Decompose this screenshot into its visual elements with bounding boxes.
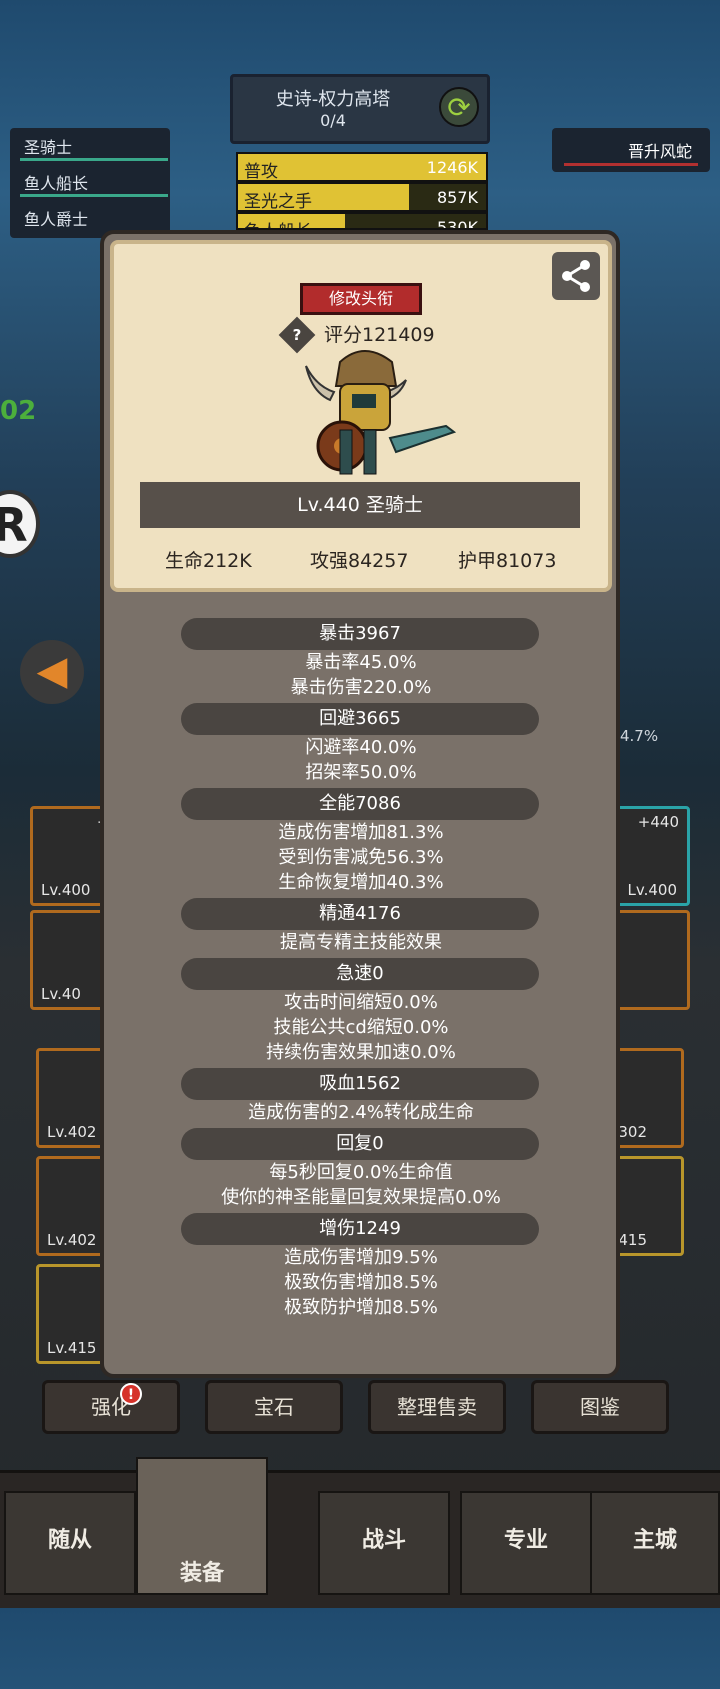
stat-line: 使你的神圣能量回复效果提高0.0% [221,1187,501,1208]
hero-name-banner: Lv.440 圣骑士 [140,482,580,528]
stat-line: 攻击时间缩短0.0% [284,992,438,1013]
hp-stat: 生命212K [165,550,252,572]
tab-profession[interactable]: 专业 [460,1491,592,1595]
damage-row: 鱼人船长 530K [236,212,488,230]
slot-level: Lv.415 [47,1339,97,1357]
damage-value: 857K [436,188,478,207]
share-icon[interactable] [552,252,600,300]
tab-battle[interactable]: 战斗 [318,1491,450,1595]
codex-button[interactable]: 图鉴 [531,1380,669,1434]
slot-level: 302 [618,1123,647,1141]
stat-line: 造成伤害增加9.5% [284,1247,438,1268]
stat-line: 造成伤害增加81.3% [278,822,444,843]
bottom-nav: 随从 装备 战斗 专业 主城 [0,1457,720,1608]
stat-line: 提高专精主技能效果 [280,932,442,953]
tower-title: 史诗-权力高塔 [275,89,391,110]
attack-stat: 攻强84257 [310,550,409,572]
armor-stat: 护甲81073 [458,550,557,572]
slot-plus: +440 [637,813,679,831]
alert-badge: ! [120,1383,142,1405]
tab-main-city[interactable]: 主城 [590,1491,720,1595]
damage-row: 圣光之手 857K [236,182,488,212]
promote-tag[interactable]: 晋升风蛇 [552,128,710,172]
paladin-avatar [300,340,460,480]
stat-line: 极致伤害增加8.5% [284,1272,438,1293]
stat-line: 受到伤害减免56.3% [278,847,444,868]
damage-row: 普攻 1246K [236,152,488,182]
enhance-button[interactable]: 强化 [42,1380,180,1434]
damage-value: 530K [436,218,478,230]
percent-text: 4.7% [620,727,659,745]
stat-line: 暴击率45.0% [305,652,417,673]
refresh-icon[interactable]: ⟳ [439,87,479,127]
stat-line: 技能公共cd缩短0.0% [273,1017,449,1038]
promote-tag-bar [564,163,698,166]
slot-level: Lv.402 [47,1123,97,1141]
stat-line: 每5秒回复0.0%生命值 [269,1162,453,1183]
crit-section-head: 暴击3967 [181,618,539,650]
sort-sell-button[interactable]: 整理售卖 [368,1380,506,1434]
dodge-section-head: 回避3665 [181,703,539,735]
stat-line: 造成伤害的2.4%转化成生命 [248,1102,474,1123]
versatility-section-head: 全能7086 [181,788,539,820]
leech-section-head: 吸血1562 [181,1068,539,1100]
stat-line: 暴击伤害220.0% [290,677,432,698]
back-arrow-icon[interactable]: ◀ [20,640,84,704]
hero-list-item[interactable]: 鱼人船长 [24,170,88,194]
stat-line: 闪避率40.0% [305,737,417,758]
stat-line: 招架率50.0% [305,762,417,783]
hero-list-bar [20,158,168,161]
stat-line: 极致防护增加8.5% [284,1297,438,1318]
hero-list-item[interactable]: 圣骑士 [24,134,72,158]
damage-name: 鱼人船长 [244,217,312,228]
haste-section-head: 急速0 [181,958,539,990]
hero-list-bar [20,194,168,197]
hero-list: 圣骑士 鱼人船长 鱼人爵士 [10,128,170,238]
slot-level: Lv.40 [41,985,81,1003]
slot-level: Lv.400 [627,881,677,899]
stat-line: 持续伤害效果加速0.0% [266,1042,456,1063]
damage-value: 1246K [426,158,478,177]
change-title-button[interactable]: 修改头衔 [300,283,422,315]
slot-level: Lv.400 [41,881,91,899]
damage-name: 普攻 [244,162,278,182]
tab-equipment[interactable]: 装备 [136,1457,268,1595]
stat-line: 生命恢复增加40.3% [278,872,444,893]
promote-tag-label: 晋升风蛇 [627,142,692,161]
r-badge-icon[interactable]: R [0,490,40,558]
tower-progress: 0/4 [320,111,346,130]
tab-followers[interactable]: 随从 [4,1491,136,1595]
tower-box: 史诗-权力高塔 0/4 ⟳ [230,74,490,144]
green-number: 02 [0,396,37,426]
slot-level: Lv.402 [47,1231,97,1249]
mastery-section-head: 精通4176 [181,898,539,930]
regen-section-head: 回复0 [181,1128,539,1160]
damage-bonus-section-head: 增伤1249 [181,1213,539,1245]
slot-level: 415 [618,1231,647,1249]
damage-name: 圣光之手 [244,192,312,212]
gem-button[interactable]: 宝石 [205,1380,343,1434]
hero-list-item[interactable]: 鱼人爵士 [24,206,88,230]
